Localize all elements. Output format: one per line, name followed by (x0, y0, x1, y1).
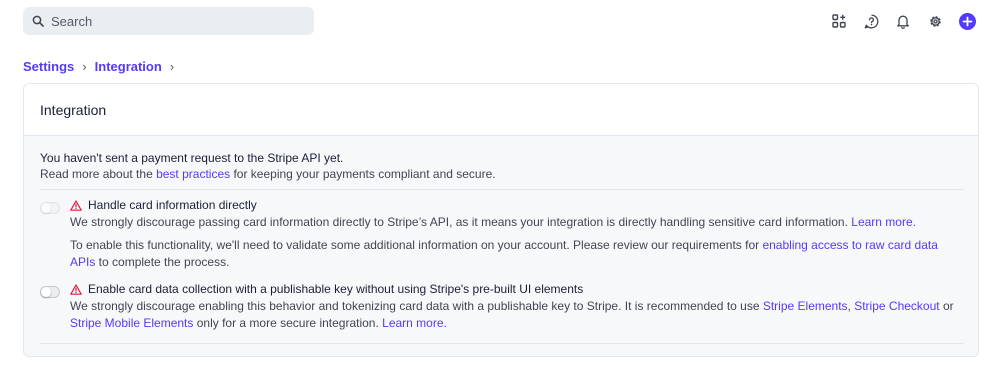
top-bar: Search (0, 0, 1000, 44)
note-text: To enable this functionality, we'll need… (70, 238, 763, 252)
stripe-elements-link[interactable]: Stripe Elements (763, 299, 848, 313)
description-text: We strongly discourage enabling this beh… (70, 299, 763, 313)
breadcrumb-settings[interactable]: Settings (23, 59, 74, 74)
card-title: Integration (24, 84, 978, 136)
option-title-text: Enable card data collection with a publi… (88, 282, 584, 296)
option-description: We strongly discourage enabling this beh… (70, 298, 960, 332)
separator-text: or (939, 299, 954, 313)
help-icon[interactable] (860, 10, 882, 32)
option-title: Handle card information directly (70, 198, 257, 212)
search-input[interactable]: Search (23, 7, 314, 35)
option-title-text: Handle card information directly (88, 198, 257, 212)
search-placeholder: Search (51, 13, 93, 29)
toggle-knob (41, 203, 51, 213)
stripe-mobile-elements-link[interactable]: Stripe Mobile Elements (70, 316, 193, 330)
publishable-key-toggle[interactable] (40, 286, 60, 298)
integration-card: Integration You haven't sent a payment r… (23, 83, 979, 357)
note-suffix: to complete the process. (95, 255, 230, 269)
create-icon[interactable] (956, 10, 978, 32)
description-text-end: only for a more secure integration. (193, 316, 383, 330)
warning-icon (70, 283, 82, 295)
divider (40, 189, 964, 190)
raw-card-data-toggle[interactable] (40, 202, 60, 214)
intro-text: You haven't sent a payment request to th… (40, 151, 344, 165)
option-description: We strongly discourage passing card info… (70, 214, 960, 231)
settings-icon[interactable] (924, 10, 946, 32)
best-practices-link[interactable]: best practices (156, 167, 230, 181)
apps-icon[interactable] (828, 10, 850, 32)
option-title: Enable card data collection with a publi… (70, 282, 583, 296)
notifications-icon[interactable] (892, 10, 914, 32)
warning-icon (70, 199, 82, 211)
intro-subtext: Read more about the best practices for k… (40, 167, 496, 181)
top-icons (818, 10, 978, 32)
breadcrumb-separator: › (82, 59, 87, 74)
breadcrumb-separator: › (169, 59, 175, 74)
intro-prefix: Read more about the (40, 167, 157, 181)
search-icon (32, 15, 44, 27)
learn-more-link[interactable]: Learn more. (382, 316, 447, 330)
breadcrumb-integration[interactable]: Integration (95, 59, 162, 74)
toggle-knob (41, 287, 51, 297)
stripe-checkout-link[interactable]: Stripe Checkout (854, 299, 939, 313)
description-text: We strongly discourage passing card info… (70, 215, 852, 229)
breadcrumb: Settings › Integration › (23, 58, 182, 75)
learn-more-link[interactable]: Learn more. (851, 215, 916, 229)
intro-suffix: for keeping your payments compliant and … (230, 167, 496, 181)
divider (40, 343, 964, 344)
option-note: To enable this functionality, we'll need… (70, 237, 960, 271)
